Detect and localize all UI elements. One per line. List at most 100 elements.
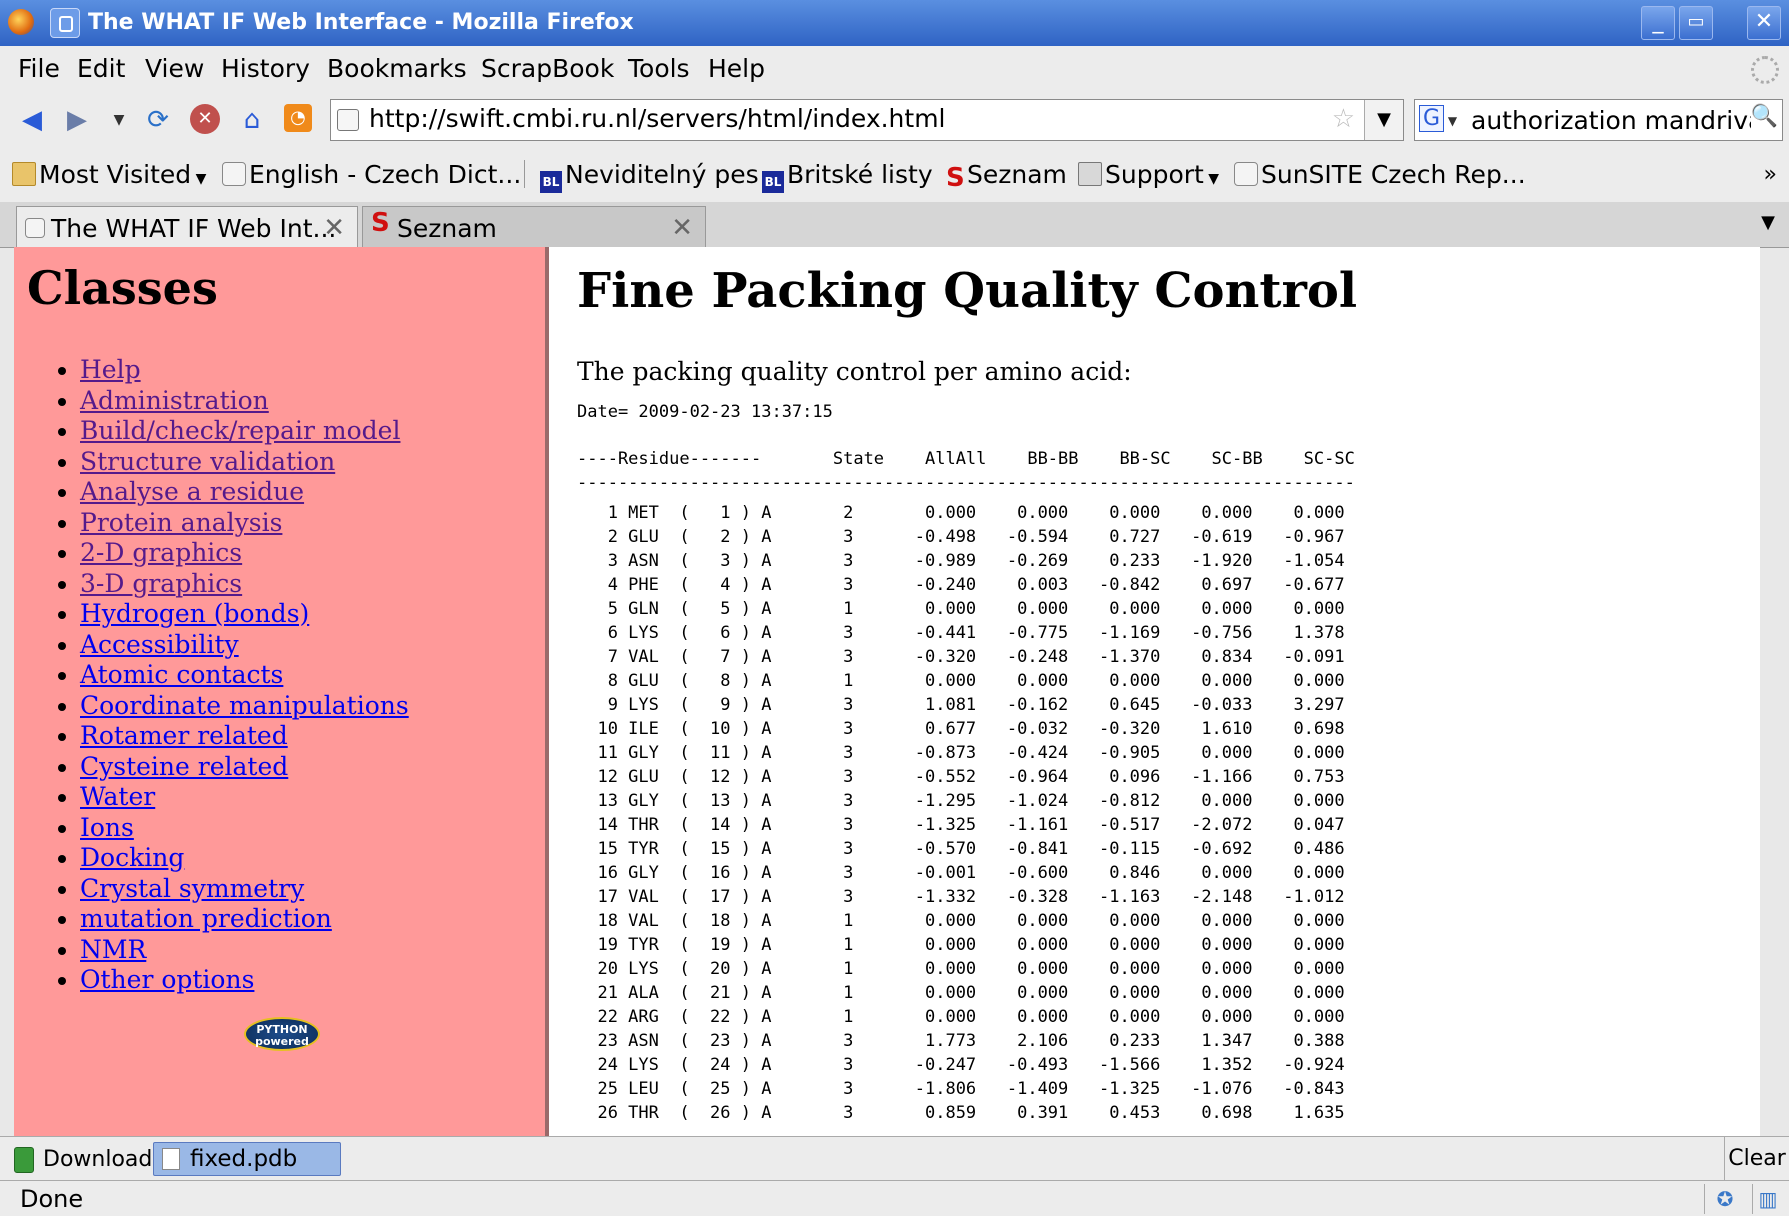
close-tab-icon[interactable]: ✕ bbox=[671, 213, 693, 243]
link-3d-graphics[interactable]: 3-D graphics bbox=[80, 569, 242, 598]
table-row: 11 GLY ( 11 ) A 3 -0.873 -0.424 -0.905 0… bbox=[577, 743, 1345, 763]
addon-status-icon[interactable]: ▥ bbox=[1752, 1184, 1783, 1214]
link-analyse-residue[interactable]: Analyse a residue bbox=[80, 477, 304, 506]
minimize-button[interactable]: _ bbox=[1641, 6, 1675, 40]
link-administration[interactable]: Administration bbox=[80, 386, 269, 415]
link-protein-analysis[interactable]: Protein analysis bbox=[80, 508, 282, 537]
link-crystal-symmetry[interactable]: Crystal symmetry bbox=[80, 874, 304, 903]
link-cysteine-related[interactable]: Cysteine related bbox=[80, 752, 288, 781]
table-row: 14 THR ( 14 ) A 3 -1.325 -1.161 -0.517 -… bbox=[577, 815, 1345, 835]
list-item: Structure validation bbox=[80, 447, 409, 478]
table-row: 17 VAL ( 17 ) A 3 -1.332 -0.328 -1.163 -… bbox=[577, 887, 1345, 907]
stop-icon[interactable]: ✕ bbox=[190, 104, 220, 134]
date-line: Date= 2009-02-23 13:37:15 bbox=[577, 402, 833, 422]
menu-view[interactable]: View bbox=[145, 54, 204, 83]
bookmarks-overflow-chevron-icon[interactable]: » bbox=[1764, 162, 1777, 187]
history-dropdown-icon[interactable]: ▼ bbox=[103, 104, 135, 136]
table-row: 19 TYR ( 19 ) A 1 0.000 0.000 0.000 0.00… bbox=[577, 935, 1345, 955]
table-row: 20 LYS ( 20 ) A 1 0.000 0.000 0.000 0.00… bbox=[577, 959, 1345, 979]
menu-help[interactable]: Help bbox=[708, 54, 765, 83]
url-dropdown-icon[interactable]: ▼ bbox=[1364, 100, 1403, 140]
navigation-toolbar: ◀ ▶ ▼ ⟳ ✕ ⌂ ◔ http://swift.cmbi.ru.nl/se… bbox=[0, 92, 1789, 149]
title-bar: The WHAT IF Web Interface - Mozilla Fire… bbox=[0, 0, 1789, 46]
list-item: Atomic contacts bbox=[80, 660, 409, 691]
sync-status-icon[interactable]: ✪ bbox=[1704, 1184, 1745, 1214]
bookmark-support[interactable]: Support ▼ bbox=[1078, 160, 1219, 189]
link-2d-graphics[interactable]: 2-D graphics bbox=[80, 538, 242, 567]
close-window-button[interactable]: ✕ bbox=[1747, 6, 1781, 40]
link-nmr[interactable]: NMR bbox=[80, 935, 146, 964]
home-icon[interactable]: ⌂ bbox=[236, 104, 268, 136]
site-identity-icon[interactable] bbox=[337, 109, 359, 131]
reload-icon[interactable]: ⟳ bbox=[142, 104, 174, 136]
google-engine-icon[interactable]: G ▼ bbox=[1419, 105, 1461, 134]
bookmark-star-icon[interactable]: ☆ bbox=[1332, 104, 1355, 134]
menu-file[interactable]: File bbox=[18, 54, 60, 83]
bookmark-britske-listy[interactable]: BL Britské listy bbox=[762, 160, 933, 193]
clear-downloads-button[interactable]: Clear bbox=[1724, 1137, 1789, 1181]
link-water[interactable]: Water bbox=[80, 782, 155, 811]
menu-tools[interactable]: Tools bbox=[628, 54, 690, 83]
table-row: 6 LYS ( 6 ) A 3 -0.441 -0.775 -1.169 -0.… bbox=[577, 623, 1345, 643]
link-structure-validation[interactable]: Structure validation bbox=[80, 447, 335, 476]
bookmark-sunsite[interactable]: SunSITE Czech Rep... bbox=[1234, 160, 1526, 189]
page-icon bbox=[25, 218, 45, 238]
forward-arrow-icon[interactable]: ▶ bbox=[61, 104, 93, 136]
close-tab-icon[interactable]: ✕ bbox=[323, 213, 345, 243]
list-item: mutation prediction bbox=[80, 904, 409, 935]
link-atomic-contacts[interactable]: Atomic contacts bbox=[80, 660, 283, 689]
tab-seznam[interactable]: S Seznam ✕ bbox=[362, 206, 706, 248]
menu-scrapbook[interactable]: ScrapBook bbox=[481, 54, 614, 83]
tab-label: Seznam bbox=[397, 214, 497, 243]
bookmark-english-czech-dict[interactable]: English - Czech Dict... bbox=[222, 160, 521, 189]
menu-bar: File Edit View History Bookmarks ScrapBo… bbox=[0, 46, 1789, 93]
table-row: 18 VAL ( 18 ) A 1 0.000 0.000 0.000 0.00… bbox=[577, 911, 1345, 931]
table-row: 13 GLY ( 13 ) A 3 -1.295 -1.024 -0.812 0… bbox=[577, 791, 1345, 811]
list-item: Crystal symmetry bbox=[80, 874, 409, 905]
table-row: 3 ASN ( 3 ) A 3 -0.989 -0.269 0.233 -1.9… bbox=[577, 551, 1345, 571]
bookmark-seznam[interactable]: SSeznam bbox=[946, 160, 1067, 191]
bookmark-label: Support bbox=[1105, 160, 1204, 189]
link-other-options[interactable]: Other options bbox=[80, 965, 254, 994]
table-row: 10 ILE ( 10 ) A 3 0.677 -0.032 -0.320 1.… bbox=[577, 719, 1345, 739]
search-input[interactable] bbox=[1469, 103, 1753, 137]
sidebar-title: Classes bbox=[27, 261, 218, 315]
list-item: Other options bbox=[80, 965, 409, 996]
table-row: 16 GLY ( 16 ) A 3 -0.001 -0.600 0.846 0.… bbox=[577, 863, 1345, 883]
link-ions[interactable]: Ions bbox=[80, 813, 134, 842]
list-item: Ions bbox=[80, 813, 409, 844]
link-hydrogen-bonds[interactable]: Hydrogen (bonds) bbox=[80, 599, 309, 628]
link-docking[interactable]: Docking bbox=[80, 843, 184, 872]
results-frame: Fine Packing Quality Control The packing… bbox=[551, 247, 1739, 1136]
window-menu-icon[interactable] bbox=[50, 8, 80, 38]
file-icon bbox=[162, 1148, 180, 1170]
tab-whatif[interactable]: The WHAT IF Web Int... ✕ bbox=[16, 206, 358, 248]
link-rotamer-related[interactable]: Rotamer related bbox=[80, 721, 288, 750]
rss-feed-icon[interactable]: ◔ bbox=[284, 104, 312, 132]
url-text[interactable]: http://swift.cmbi.ru.nl/servers/html/ind… bbox=[369, 104, 946, 133]
bookmark-nevidtelny-pes[interactable]: BL Neviditelný pes bbox=[540, 160, 759, 193]
search-bar: G ▼ 🔍 bbox=[1414, 99, 1783, 141]
menu-edit[interactable]: Edit bbox=[77, 54, 125, 83]
maximize-button[interactable]: ▭ bbox=[1679, 6, 1713, 40]
link-build-check-repair[interactable]: Build/check/repair model bbox=[80, 416, 400, 445]
search-icon[interactable]: 🔍 bbox=[1751, 104, 1778, 129]
seznam-icon: S bbox=[371, 208, 390, 238]
download-item[interactable]: fixed.pdb bbox=[153, 1142, 341, 1176]
downloads-icon[interactable] bbox=[14, 1147, 34, 1173]
link-mutation-prediction[interactable]: mutation prediction bbox=[80, 904, 332, 933]
link-coordinate-manipulations[interactable]: Coordinate manipulations bbox=[80, 691, 409, 720]
link-help[interactable]: Help bbox=[80, 355, 141, 384]
folder-icon bbox=[1078, 162, 1102, 186]
link-accessibility[interactable]: Accessibility bbox=[80, 630, 239, 659]
downloads-label[interactable]: Downloads bbox=[43, 1147, 164, 1172]
table-row: 4 PHE ( 4 ) A 3 -0.240 0.003 -0.842 0.69… bbox=[577, 575, 1345, 595]
bookmark-most-visited[interactable]: Most Visited ▼ bbox=[12, 160, 206, 189]
firefox-icon[interactable] bbox=[8, 9, 34, 35]
menu-bookmarks[interactable]: Bookmarks bbox=[327, 54, 467, 83]
back-arrow-icon[interactable]: ◀ bbox=[16, 104, 48, 136]
table-row: 7 VAL ( 7 ) A 3 -0.320 -0.248 -1.370 0.8… bbox=[577, 647, 1345, 667]
url-bar[interactable]: http://swift.cmbi.ru.nl/servers/html/ind… bbox=[330, 99, 1404, 141]
menu-history[interactable]: History bbox=[221, 54, 310, 83]
list-all-tabs-icon[interactable]: ▼ bbox=[1761, 212, 1775, 233]
